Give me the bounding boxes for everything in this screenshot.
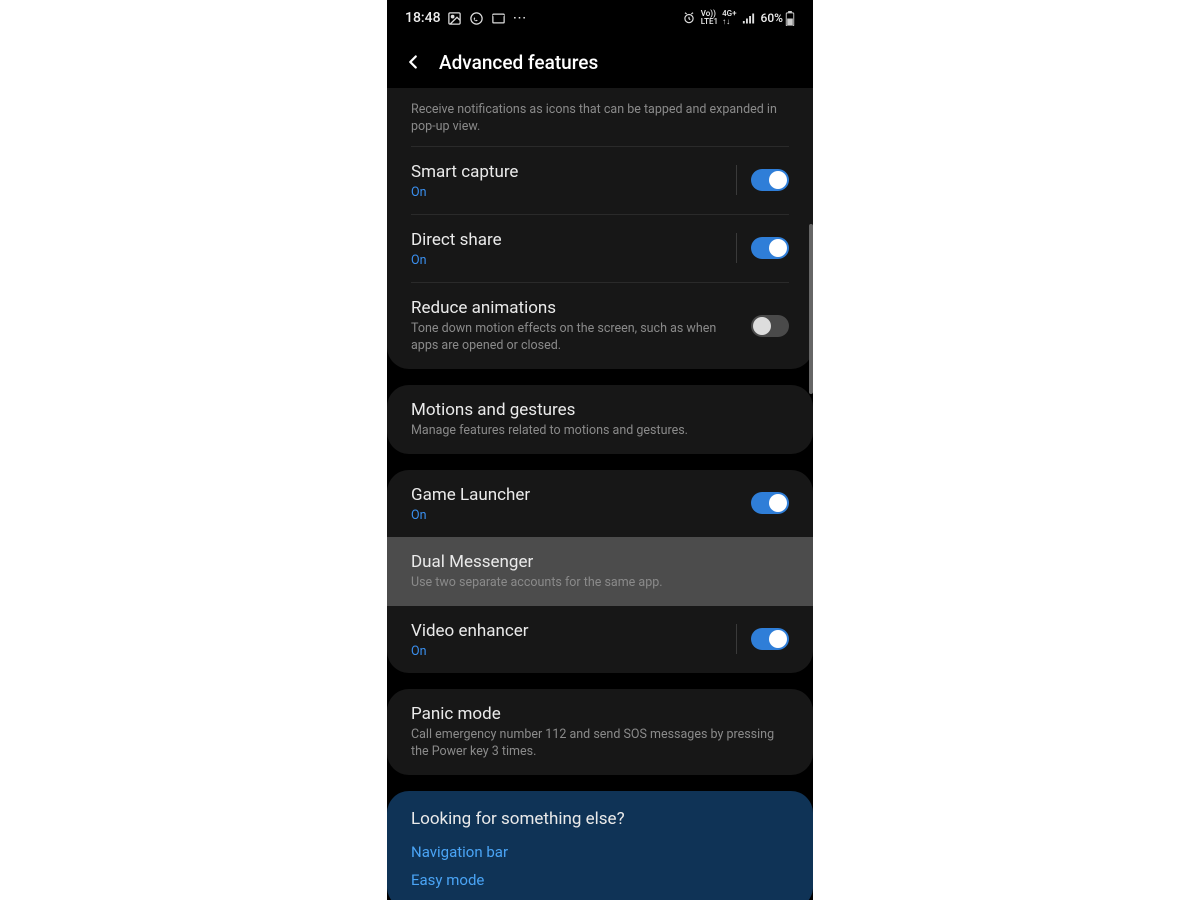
direct-share-title: Direct share [411, 229, 724, 251]
status-bar: 18:48 ⋯ Vo))LTE1 4G+↑↓ 60% [387, 0, 813, 36]
smart-capture-status: On [411, 185, 724, 200]
whatsapp-icon [469, 10, 485, 26]
reduce-anim-desc: Tone down motion effects on the screen, … [411, 321, 739, 355]
signal-icon [741, 10, 757, 26]
motions-desc: Manage features related to motions and g… [411, 423, 789, 440]
scrollbar-indicator[interactable] [809, 224, 813, 394]
suggestion-card: Looking for something else? Navigation b… [387, 791, 813, 900]
motions-title: Motions and gestures [411, 399, 789, 421]
image-icon [447, 10, 463, 26]
link-navigation-bar[interactable]: Navigation bar [411, 843, 789, 861]
settings-card-panic: Panic mode Call emergency number 112 and… [387, 689, 813, 775]
reduce-anim-toggle[interactable] [751, 315, 789, 337]
toggle-divider [736, 624, 737, 654]
game-launcher-title: Game Launcher [411, 484, 739, 506]
game-launcher-status: On [411, 508, 739, 523]
row-panic-mode[interactable]: Panic mode Call emergency number 112 and… [387, 689, 813, 775]
notification-desc: Receive notifications as icons that can … [387, 88, 813, 146]
clock: 18:48 [405, 10, 441, 26]
back-button[interactable] [401, 50, 425, 74]
direct-share-status: On [411, 253, 724, 268]
status-right: Vo))LTE1 4G+↑↓ 60% [681, 10, 795, 26]
more-icon: ⋯ [513, 10, 529, 26]
app-bar: Advanced features [387, 36, 813, 88]
battery-indicator: 60% [761, 11, 795, 26]
network-lte-label: Vo))LTE1 [701, 10, 718, 26]
video-enhancer-toggle[interactable] [751, 628, 789, 650]
settings-card-motions: Motions and gestures Manage features rel… [387, 385, 813, 454]
row-direct-share[interactable]: Direct share On [387, 215, 813, 282]
row-game-launcher[interactable]: Game Launcher On [387, 470, 813, 537]
smart-capture-title: Smart capture [411, 161, 724, 183]
page-title: Advanced features [439, 51, 598, 74]
mail-icon [491, 10, 507, 26]
row-smart-capture[interactable]: Smart capture On [387, 147, 813, 214]
toggle-divider [736, 165, 737, 195]
row-video-enhancer[interactable]: Video enhancer On [387, 606, 813, 673]
video-enhancer-title: Video enhancer [411, 620, 724, 642]
panic-mode-title: Panic mode [411, 703, 789, 725]
row-dual-messenger[interactable]: Dual Messenger Use two separate accounts… [387, 537, 813, 606]
smart-capture-toggle[interactable] [751, 169, 789, 191]
status-left: 18:48 ⋯ [405, 10, 529, 26]
panic-mode-desc: Call emergency number 112 and send SOS m… [411, 727, 789, 761]
reduce-anim-title: Reduce animations [411, 297, 739, 319]
direct-share-toggle[interactable] [751, 237, 789, 259]
dual-messenger-desc: Use two separate accounts for the same a… [411, 575, 789, 592]
row-reduce-animations[interactable]: Reduce animations Tone down motion effec… [387, 283, 813, 369]
row-motions-gestures[interactable]: Motions and gestures Manage features rel… [387, 385, 813, 454]
settings-card-apps: Game Launcher On Dual Messenger Use two … [387, 470, 813, 673]
battery-text: 60% [761, 11, 783, 25]
phone-frame: 18:48 ⋯ Vo))LTE1 4G+↑↓ 60% [387, 0, 813, 900]
suggestion-title: Looking for something else? [411, 809, 789, 829]
network-4g-label: 4G+↑↓ [722, 10, 736, 26]
link-easy-mode[interactable]: Easy mode [411, 871, 789, 889]
alarm-icon [681, 10, 697, 26]
toggle-divider [736, 233, 737, 263]
settings-card-1: Receive notifications as icons that can … [387, 88, 813, 369]
game-launcher-toggle[interactable] [751, 492, 789, 514]
video-enhancer-status: On [411, 644, 724, 659]
dual-messenger-title: Dual Messenger [411, 551, 789, 573]
content-scroll[interactable]: Receive notifications as icons that can … [387, 88, 813, 900]
